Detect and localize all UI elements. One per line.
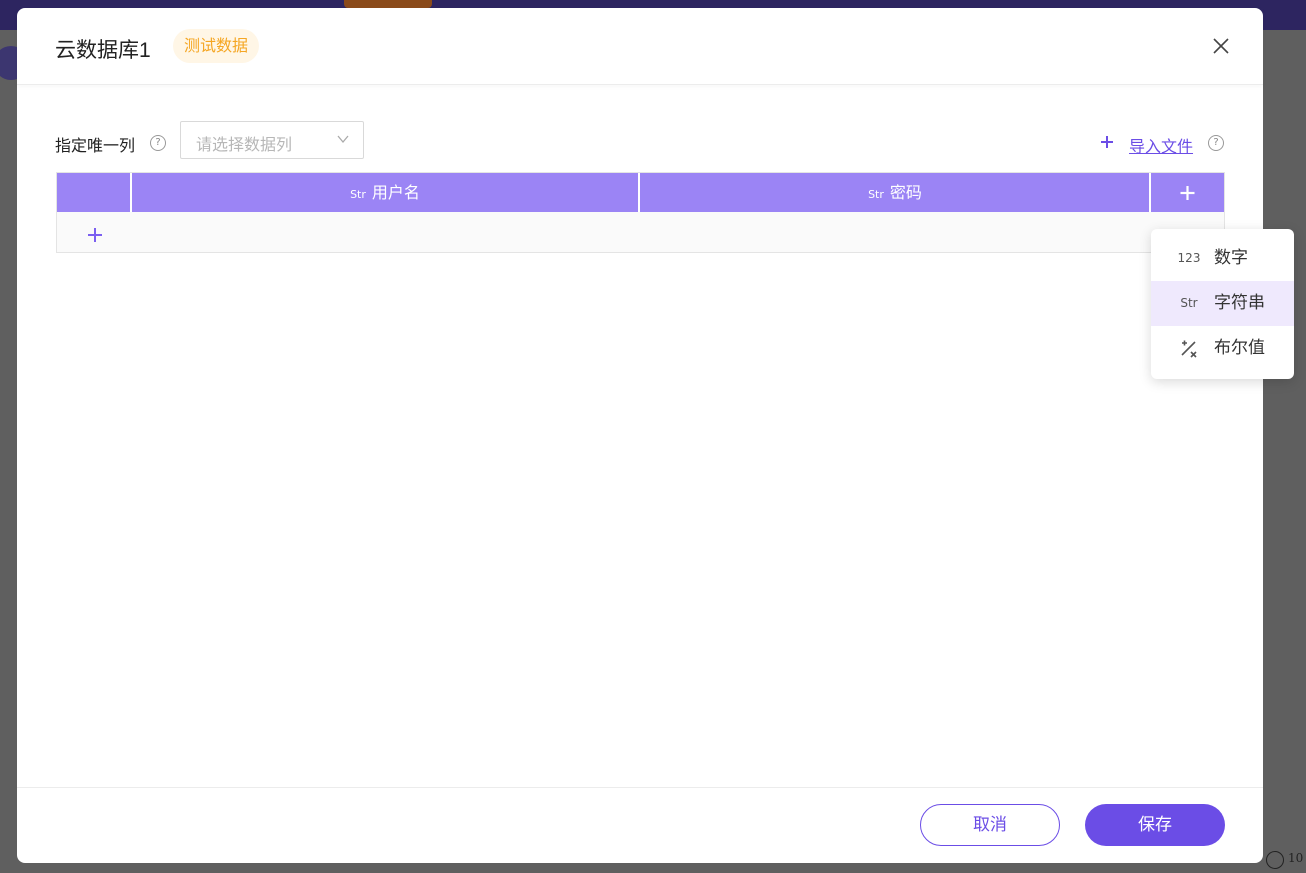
column-type-menu: 123 数字 Str 字符串 布尔值 bbox=[1151, 229, 1294, 379]
percent-icon bbox=[1176, 326, 1202, 371]
plus-icon[interactable] bbox=[1100, 135, 1114, 149]
chevron-down-icon bbox=[337, 135, 349, 144]
column-header-password[interactable]: Str 密码 bbox=[640, 173, 1150, 212]
dialog-header: 云数据库1 测试数据 bbox=[17, 8, 1263, 85]
table-header: Str 用户名 Str 密码 bbox=[57, 173, 1224, 212]
import-file-link[interactable]: 导入文件 bbox=[1129, 133, 1193, 157]
menu-item-number[interactable]: 123 数字 bbox=[1151, 236, 1294, 281]
menu-item-label: 数字 bbox=[1214, 248, 1248, 268]
select-placeholder: 请选择数据列 bbox=[196, 135, 293, 154]
close-button[interactable] bbox=[1211, 36, 1231, 56]
column-header-username[interactable]: Str 用户名 bbox=[132, 173, 638, 212]
zoom-out-icon bbox=[1266, 851, 1284, 869]
unique-column-select[interactable]: 请选择数据列 bbox=[180, 121, 364, 159]
string-type-icon: Str bbox=[868, 188, 884, 201]
background-run-button bbox=[344, 0, 432, 8]
save-button[interactable]: 保存 bbox=[1085, 804, 1225, 846]
add-row-button[interactable] bbox=[87, 227, 103, 243]
number-type-icon: 123 bbox=[1177, 251, 1201, 265]
string-type-icon: Str bbox=[1180, 296, 1198, 310]
data-table: Str 用户名 Str 密码 bbox=[56, 172, 1225, 253]
dialog-footer bbox=[17, 787, 1263, 864]
close-icon bbox=[1213, 38, 1229, 54]
string-type-icon: Str bbox=[350, 188, 366, 201]
help-icon[interactable]: ? bbox=[150, 135, 166, 151]
dialog-title: 云数据库1 bbox=[55, 39, 151, 62]
menu-item-label: 布尔值 bbox=[1214, 338, 1265, 358]
menu-item-string[interactable]: Str 字符串 bbox=[1151, 281, 1294, 326]
cloud-database-dialog: 云数据库1 测试数据 指定唯一列 ? 请选择数据列 导入文件 ? Str 用户名 bbox=[17, 8, 1263, 863]
menu-item-label: 字符串 bbox=[1214, 293, 1265, 313]
column-name: 用户名 bbox=[371, 183, 420, 202]
menu-item-boolean[interactable]: 布尔值 bbox=[1151, 326, 1294, 371]
plus-icon bbox=[88, 228, 102, 242]
cancel-button[interactable]: 取消 bbox=[920, 804, 1060, 846]
zoom-level: 10 bbox=[1288, 851, 1304, 865]
test-data-badge: 测试数据 bbox=[173, 29, 260, 63]
add-column-button[interactable] bbox=[1151, 173, 1224, 212]
unique-column-label: 指定唯一列 bbox=[55, 136, 136, 155]
plus-icon bbox=[1180, 186, 1195, 200]
column-name: 密码 bbox=[889, 183, 922, 202]
import-help-icon[interactable]: ? bbox=[1208, 135, 1224, 151]
